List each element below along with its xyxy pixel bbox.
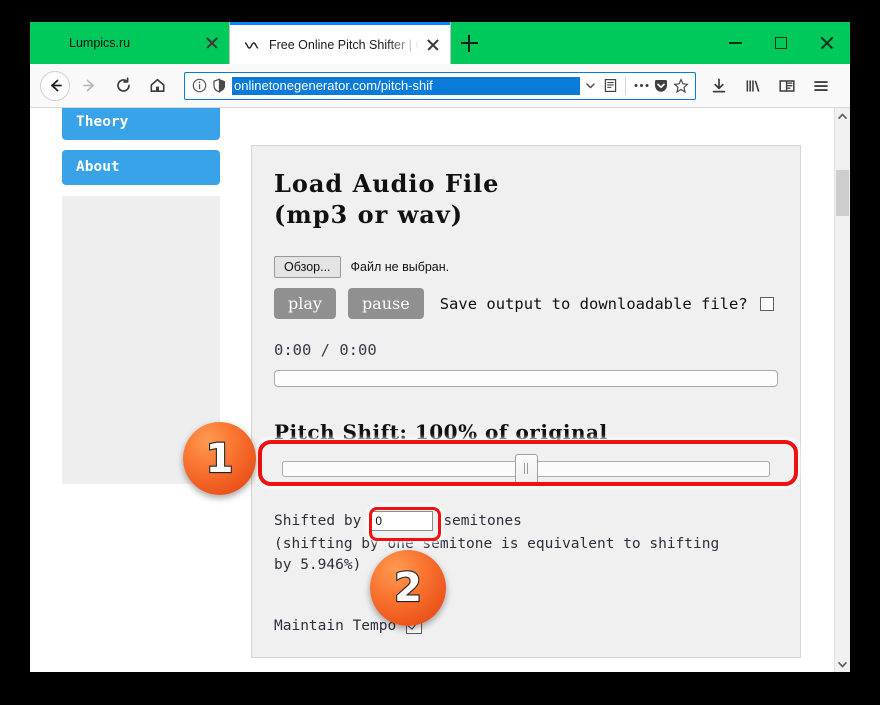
close-window-icon[interactable] bbox=[804, 22, 850, 64]
close-icon[interactable] bbox=[203, 34, 221, 52]
sidebar-icon[interactable] bbox=[772, 71, 802, 101]
screenshot-stage: Lumpics.ru Free Online Pitch Shifter | O… bbox=[0, 0, 880, 705]
forward-arrow-icon bbox=[74, 71, 104, 101]
close-icon[interactable] bbox=[424, 36, 442, 54]
browse-button[interactable]: Обзор... bbox=[274, 256, 341, 278]
browser-tab-lumpics[interactable]: Lumpics.ru bbox=[30, 22, 230, 64]
pitch-shift-label: Pitch Shift: 100% of original bbox=[274, 420, 608, 444]
browser-tab-pitch-shifter[interactable]: Free Online Pitch Shifter | Onlin bbox=[230, 22, 450, 64]
annotation-badge-1: 1 bbox=[183, 422, 256, 495]
maintain-tempo-row: Maintain Tempo bbox=[274, 618, 778, 634]
site-sidebar: Acoustic Theory About bbox=[62, 108, 220, 484]
library-icon[interactable] bbox=[738, 71, 768, 101]
chevron-down-icon[interactable] bbox=[580, 76, 600, 96]
toolbar-right bbox=[704, 71, 840, 101]
semitone-input[interactable] bbox=[371, 511, 434, 531]
save-output-label: Save output to downloadable file? bbox=[440, 294, 777, 314]
star-icon[interactable] bbox=[671, 76, 691, 96]
badge-2-text: 2 bbox=[393, 564, 423, 612]
semitone-note: (shifting by one semitone is equivalent … bbox=[274, 534, 778, 576]
pitch-shift-slider[interactable] bbox=[274, 454, 778, 484]
pocket-icon[interactable] bbox=[651, 76, 671, 96]
scroll-down-icon[interactable] bbox=[835, 656, 850, 672]
scrollbar-thumb[interactable] bbox=[836, 170, 849, 216]
minimize-icon[interactable] bbox=[712, 22, 758, 64]
info-icon[interactable] bbox=[189, 76, 209, 96]
sidebar-item-acoustic-theory[interactable]: Acoustic Theory bbox=[62, 108, 220, 140]
tab-title: Lumpics.ru bbox=[69, 36, 131, 50]
page-scrollbar[interactable] bbox=[834, 108, 850, 672]
transport-row: play pause Save output to downloadable f… bbox=[274, 288, 778, 319]
page-title-line1: Load Audio File bbox=[274, 169, 500, 198]
playback-progress-bar[interactable] bbox=[274, 370, 778, 387]
page-title: Load Audio File (mp3 or wav) bbox=[274, 168, 778, 230]
save-output-checkbox[interactable] bbox=[759, 296, 774, 311]
divider bbox=[625, 76, 626, 95]
tab-title: Free Online Pitch Shifter | Onlin bbox=[269, 37, 420, 52]
reload-icon[interactable] bbox=[108, 71, 138, 101]
home-icon[interactable] bbox=[142, 71, 172, 101]
navigation-toolbar: onlinetonegenerator.com/pitch-shif bbox=[30, 64, 850, 108]
semitone-prefix-label: Shifted by bbox=[274, 513, 362, 529]
slider-thumb[interactable] bbox=[515, 454, 538, 484]
semitone-note-line1: (shifting by one semitone is equivalent … bbox=[274, 536, 720, 552]
maintain-tempo-label: Maintain Tempo bbox=[274, 618, 397, 634]
tab-strip: Lumpics.ru Free Online Pitch Shifter | O… bbox=[30, 22, 850, 64]
reader-view-icon[interactable] bbox=[600, 76, 620, 96]
menu-icon[interactable] bbox=[806, 71, 836, 101]
sine-wave-icon bbox=[244, 37, 260, 53]
play-button[interactable]: play bbox=[274, 288, 336, 319]
scroll-up-icon[interactable] bbox=[835, 108, 850, 124]
more-dots-icon[interactable] bbox=[631, 76, 651, 96]
timecode-display: 0:00 / 0:00 bbox=[274, 341, 377, 359]
back-arrow-icon[interactable] bbox=[40, 70, 70, 101]
semitone-suffix-label: semitones bbox=[443, 513, 522, 529]
download-icon[interactable] bbox=[704, 71, 734, 101]
window-controls bbox=[712, 22, 850, 64]
new-tab-button[interactable] bbox=[450, 22, 488, 64]
citrus-icon bbox=[44, 35, 60, 51]
url-text[interactable]: onlinetonegenerator.com/pitch-shif bbox=[232, 76, 580, 95]
maximize-icon[interactable] bbox=[758, 22, 804, 64]
sidebar-item-about[interactable]: About bbox=[62, 150, 220, 185]
page-title-line2: (mp3 or wav) bbox=[274, 200, 464, 229]
annotation-badge-2: 2 bbox=[370, 550, 446, 626]
address-bar[interactable]: onlinetonegenerator.com/pitch-shif bbox=[184, 71, 696, 100]
badge-1-text: 1 bbox=[204, 434, 234, 482]
file-input-row: Обзор... Файл не выбран. bbox=[274, 256, 778, 278]
semitone-note-line2: by 5.946%) bbox=[274, 557, 362, 573]
file-status-text: Файл не выбран. bbox=[350, 260, 450, 274]
shield-icon[interactable] bbox=[209, 76, 229, 96]
semitone-row: Shifted by semitones bbox=[274, 511, 778, 531]
pitch-shifter-panel: Load Audio File (mp3 or wav) Обзор... Фа… bbox=[251, 145, 801, 658]
save-output-text: Save output to downloadable file? bbox=[439, 294, 748, 313]
pause-button[interactable]: pause bbox=[347, 288, 424, 319]
